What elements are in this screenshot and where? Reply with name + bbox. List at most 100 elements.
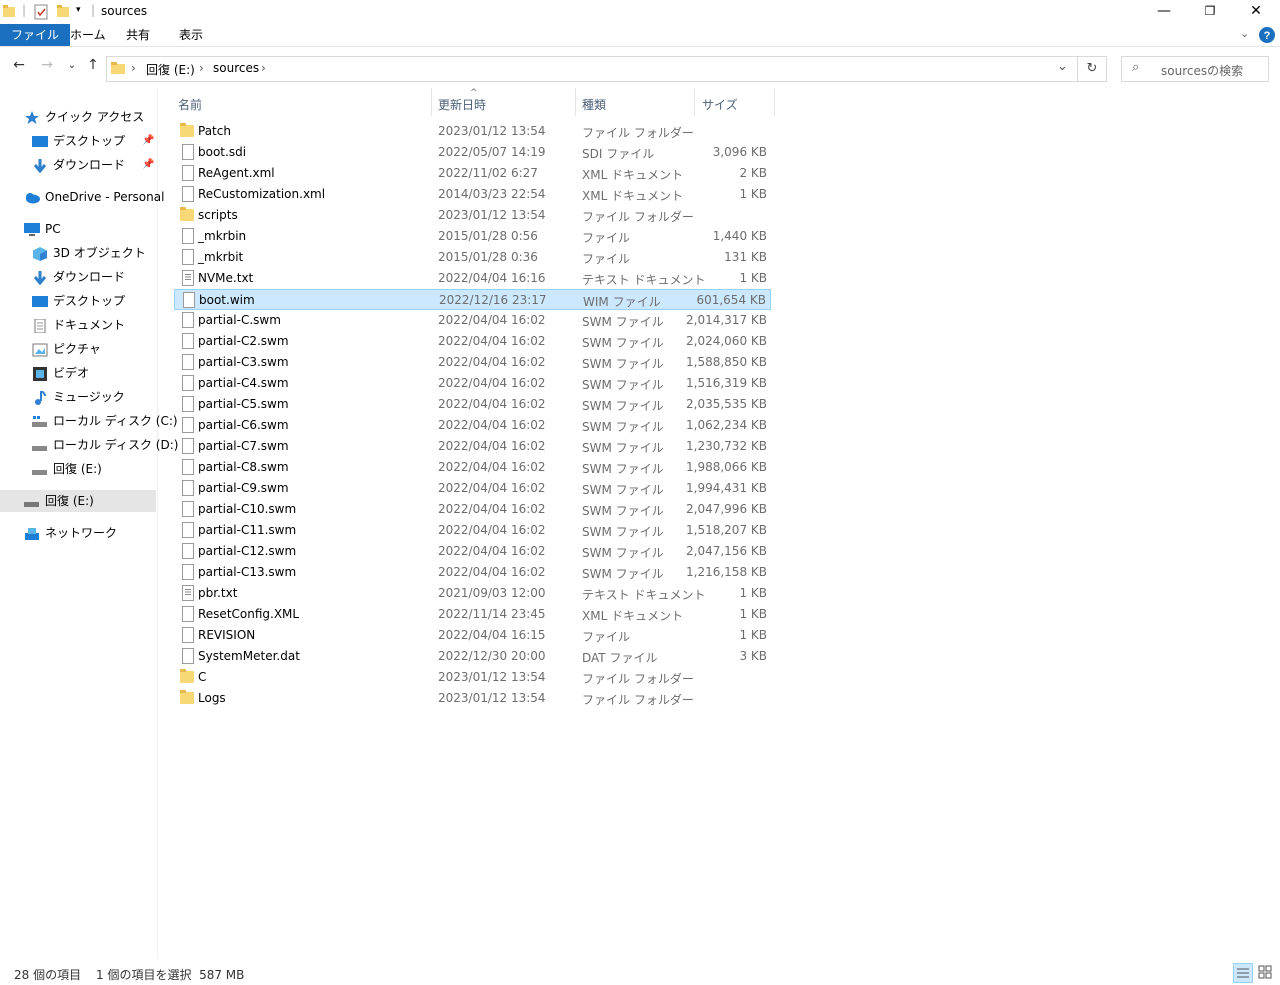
cloud-icon	[26, 192, 40, 203]
up-arrow-icon[interactable]: ↑	[84, 57, 102, 77]
breadcrumb-drive[interactable]: 回復 (E:)	[146, 61, 195, 78]
nav-pc[interactable]: PC	[24, 218, 61, 240]
refresh-button[interactable]: ↻	[1078, 56, 1107, 82]
new-folder-icon[interactable]	[57, 4, 69, 18]
file-row[interactable]: C 2023/01/12 13:54 ファイル フォルダー	[174, 667, 771, 688]
download-icon	[33, 270, 47, 285]
file-row[interactable]: partial-C8.swm 2022/04/04 16:02 SWM ファイル 1,…	[174, 457, 771, 478]
nav-documents[interactable]: ドキュメント	[32, 314, 125, 336]
file-date: 2015/01/28 0:36	[438, 250, 538, 264]
file-row[interactable]: NVMe.txt 2022/04/04 16:16 テキスト ドキュメント 1 KB	[174, 268, 771, 289]
file-row[interactable]: boot.sdi 2022/05/07 14:19 SDI ファイル 3,096 KB	[174, 142, 771, 163]
file-row[interactable]: ReAgent.xml 2022/11/02 6:27 XML ドキュメント 2 KB	[174, 163, 771, 184]
file-name: partial-C10.swm	[198, 502, 297, 516]
details-view-icon[interactable]	[1233, 963, 1253, 983]
expand-ribbon-icon[interactable]: ⌄	[1240, 27, 1249, 40]
drive-icon	[24, 501, 39, 507]
network-icon	[25, 527, 39, 540]
search-input[interactable]: sourcesの検索	[1161, 62, 1243, 79]
nav-downloads-pinned[interactable]: ダウンロード	[32, 154, 125, 176]
recent-locations-icon[interactable]: ⌄	[63, 60, 81, 80]
file-row[interactable]: partial-C12.swm 2022/04/04 16:02 SWM ファイル 2…	[174, 541, 771, 562]
search-box[interactable]: ⌕ sourcesの検索	[1121, 56, 1269, 82]
nav-local-disk-c[interactable]: ローカル ディスク (C:)	[32, 410, 178, 432]
file-row[interactable]: _mkrbin 2015/01/28 0:56 ファイル 1,440 KB	[174, 226, 771, 247]
file-size: 1,440 KB	[712, 229, 767, 243]
file-date: 2022/04/04 16:02	[438, 376, 546, 390]
file-row[interactable]: partial-C4.swm 2022/04/04 16:02 SWM ファイル 1,…	[174, 373, 771, 394]
nav-network[interactable]: ネットワーク	[24, 522, 117, 544]
drive-c-icon	[32, 415, 47, 427]
file-row[interactable]: pbr.txt 2021/09/03 12:00 テキスト ドキュメント 1 KB	[174, 583, 771, 604]
column-divider[interactable]	[575, 88, 576, 116]
tab-share[interactable]: 共有	[115, 24, 161, 46]
file-row[interactable]: partial-C7.swm 2022/04/04 16:02 SWM ファイル 1,…	[174, 436, 771, 457]
nav-recovery-e[interactable]: 回復 (E:)	[32, 458, 102, 480]
column-date[interactable]: 更新日時	[438, 96, 486, 113]
file-name: partial-C12.swm	[198, 544, 297, 558]
nav-desktop-pinned[interactable]: デスクトップ	[32, 130, 125, 152]
file-icon	[182, 354, 194, 370]
file-icon	[182, 312, 194, 328]
file-icon	[182, 543, 194, 559]
file-row[interactable]: ResetConfig.XML 2022/11/14 23:45 XML ドキュメン…	[174, 604, 771, 625]
nav-onedrive[interactable]: OneDrive - Personal	[24, 186, 164, 208]
breadcrumb-sources[interactable]: sources	[213, 61, 259, 75]
file-size: 1 KB	[739, 586, 767, 600]
column-divider[interactable]	[694, 88, 695, 116]
minimize-button[interactable]: —	[1141, 0, 1187, 24]
close-button[interactable]: ✕	[1233, 0, 1279, 24]
file-icon	[182, 648, 194, 664]
file-row[interactable]: scripts 2023/01/12 13:54 ファイル フォルダー	[174, 205, 771, 226]
file-name: REVISION	[198, 628, 256, 642]
column-size[interactable]: サイズ	[702, 96, 738, 113]
column-divider[interactable]	[774, 88, 775, 116]
nav-pictures[interactable]: ピクチャ	[32, 338, 101, 360]
large-icons-view-icon[interactable]	[1256, 963, 1274, 981]
file-row[interactable]: Patch 2023/01/12 13:54 ファイル フォルダー	[174, 121, 771, 142]
file-date: 2022/04/04 16:02	[438, 355, 546, 369]
pin-icon[interactable]: 📌	[142, 159, 154, 170]
pin-icon[interactable]: 📌	[142, 135, 154, 146]
file-row[interactable]: partial-C5.swm 2022/04/04 16:02 SWM ファイル 2,…	[174, 394, 771, 415]
file-row[interactable]: partial-C2.swm 2022/04/04 16:02 SWM ファイル 2,…	[174, 331, 771, 352]
file-type: DAT ファイル	[582, 651, 658, 665]
file-size: 1,518,207 KB	[686, 523, 767, 537]
file-row[interactable]: partial-C3.swm 2022/04/04 16:02 SWM ファイル 1,…	[174, 352, 771, 373]
file-row[interactable]: partial-C9.swm 2022/04/04 16:02 SWM ファイル 1,…	[174, 478, 771, 499]
help-icon[interactable]: ?	[1259, 27, 1275, 43]
file-date: 2023/01/12 13:54	[438, 670, 546, 684]
file-row[interactable]: ReCustomization.xml 2014/03/23 22:54 XML ド…	[174, 184, 771, 205]
forward-arrow-icon[interactable]: →	[38, 57, 56, 77]
file-row[interactable]: partial-C10.swm 2022/04/04 16:02 SWM ファイル 2…	[174, 499, 771, 520]
column-divider[interactable]	[431, 88, 432, 116]
column-name[interactable]: 名前	[178, 96, 202, 113]
nav-local-disk-d[interactable]: ローカル ディスク (D:)	[32, 434, 178, 456]
file-row[interactable]: partial-C6.swm 2022/04/04 16:02 SWM ファイル 1,…	[174, 415, 771, 436]
tab-view[interactable]: 表示	[168, 24, 214, 46]
file-row[interactable]: partial-C11.swm 2022/04/04 16:02 SWM ファイル 1…	[174, 520, 771, 541]
file-row[interactable]: boot.wim 2022/12/16 23:17 WIM ファイル 601,654 …	[174, 289, 771, 310]
address-dropdown-icon[interactable]: ⌄	[1057, 59, 1068, 74]
customize-qat-icon[interactable]: ▾	[76, 5, 81, 15]
nav-downloads[interactable]: ダウンロード	[32, 266, 125, 288]
nav-desktop[interactable]: デスクトップ	[32, 290, 125, 312]
nav-3d-objects[interactable]: 3D オブジェクト	[32, 242, 146, 264]
file-row[interactable]: SystemMeter.dat 2022/12/30 20:00 DAT ファイル 3…	[174, 646, 771, 667]
file-row[interactable]: _mkrbit 2015/01/28 0:36 ファイル 131 KB	[174, 247, 771, 268]
file-row[interactable]: partial-C.swm 2022/04/04 16:02 SWM ファイル 2,0…	[174, 310, 771, 331]
nav-videos[interactable]: ビデオ	[32, 362, 89, 384]
file-row[interactable]: Logs 2023/01/12 13:54 ファイル フォルダー	[174, 688, 771, 709]
address-bar[interactable]: › 回復 (E:) › sources › ⌄	[106, 56, 1078, 82]
tab-home[interactable]: ホーム	[59, 24, 117, 46]
nav-music[interactable]: ミュージック	[32, 386, 125, 408]
file-row[interactable]: partial-C13.swm 2022/04/04 16:02 SWM ファイル 1…	[174, 562, 771, 583]
nav-quick-access[interactable]: クイック アクセス	[24, 106, 144, 128]
back-arrow-icon[interactable]: ←	[10, 57, 28, 77]
file-row[interactable]: REVISION 2022/04/04 16:15 ファイル 1 KB	[174, 625, 771, 646]
nav-recovery-e-root[interactable]: 回復 (E:)	[0, 490, 156, 512]
file-name: scripts	[198, 208, 238, 222]
properties-icon[interactable]	[34, 4, 48, 20]
maximize-button[interactable]: ❐	[1187, 0, 1233, 24]
column-type[interactable]: 種類	[582, 96, 606, 113]
